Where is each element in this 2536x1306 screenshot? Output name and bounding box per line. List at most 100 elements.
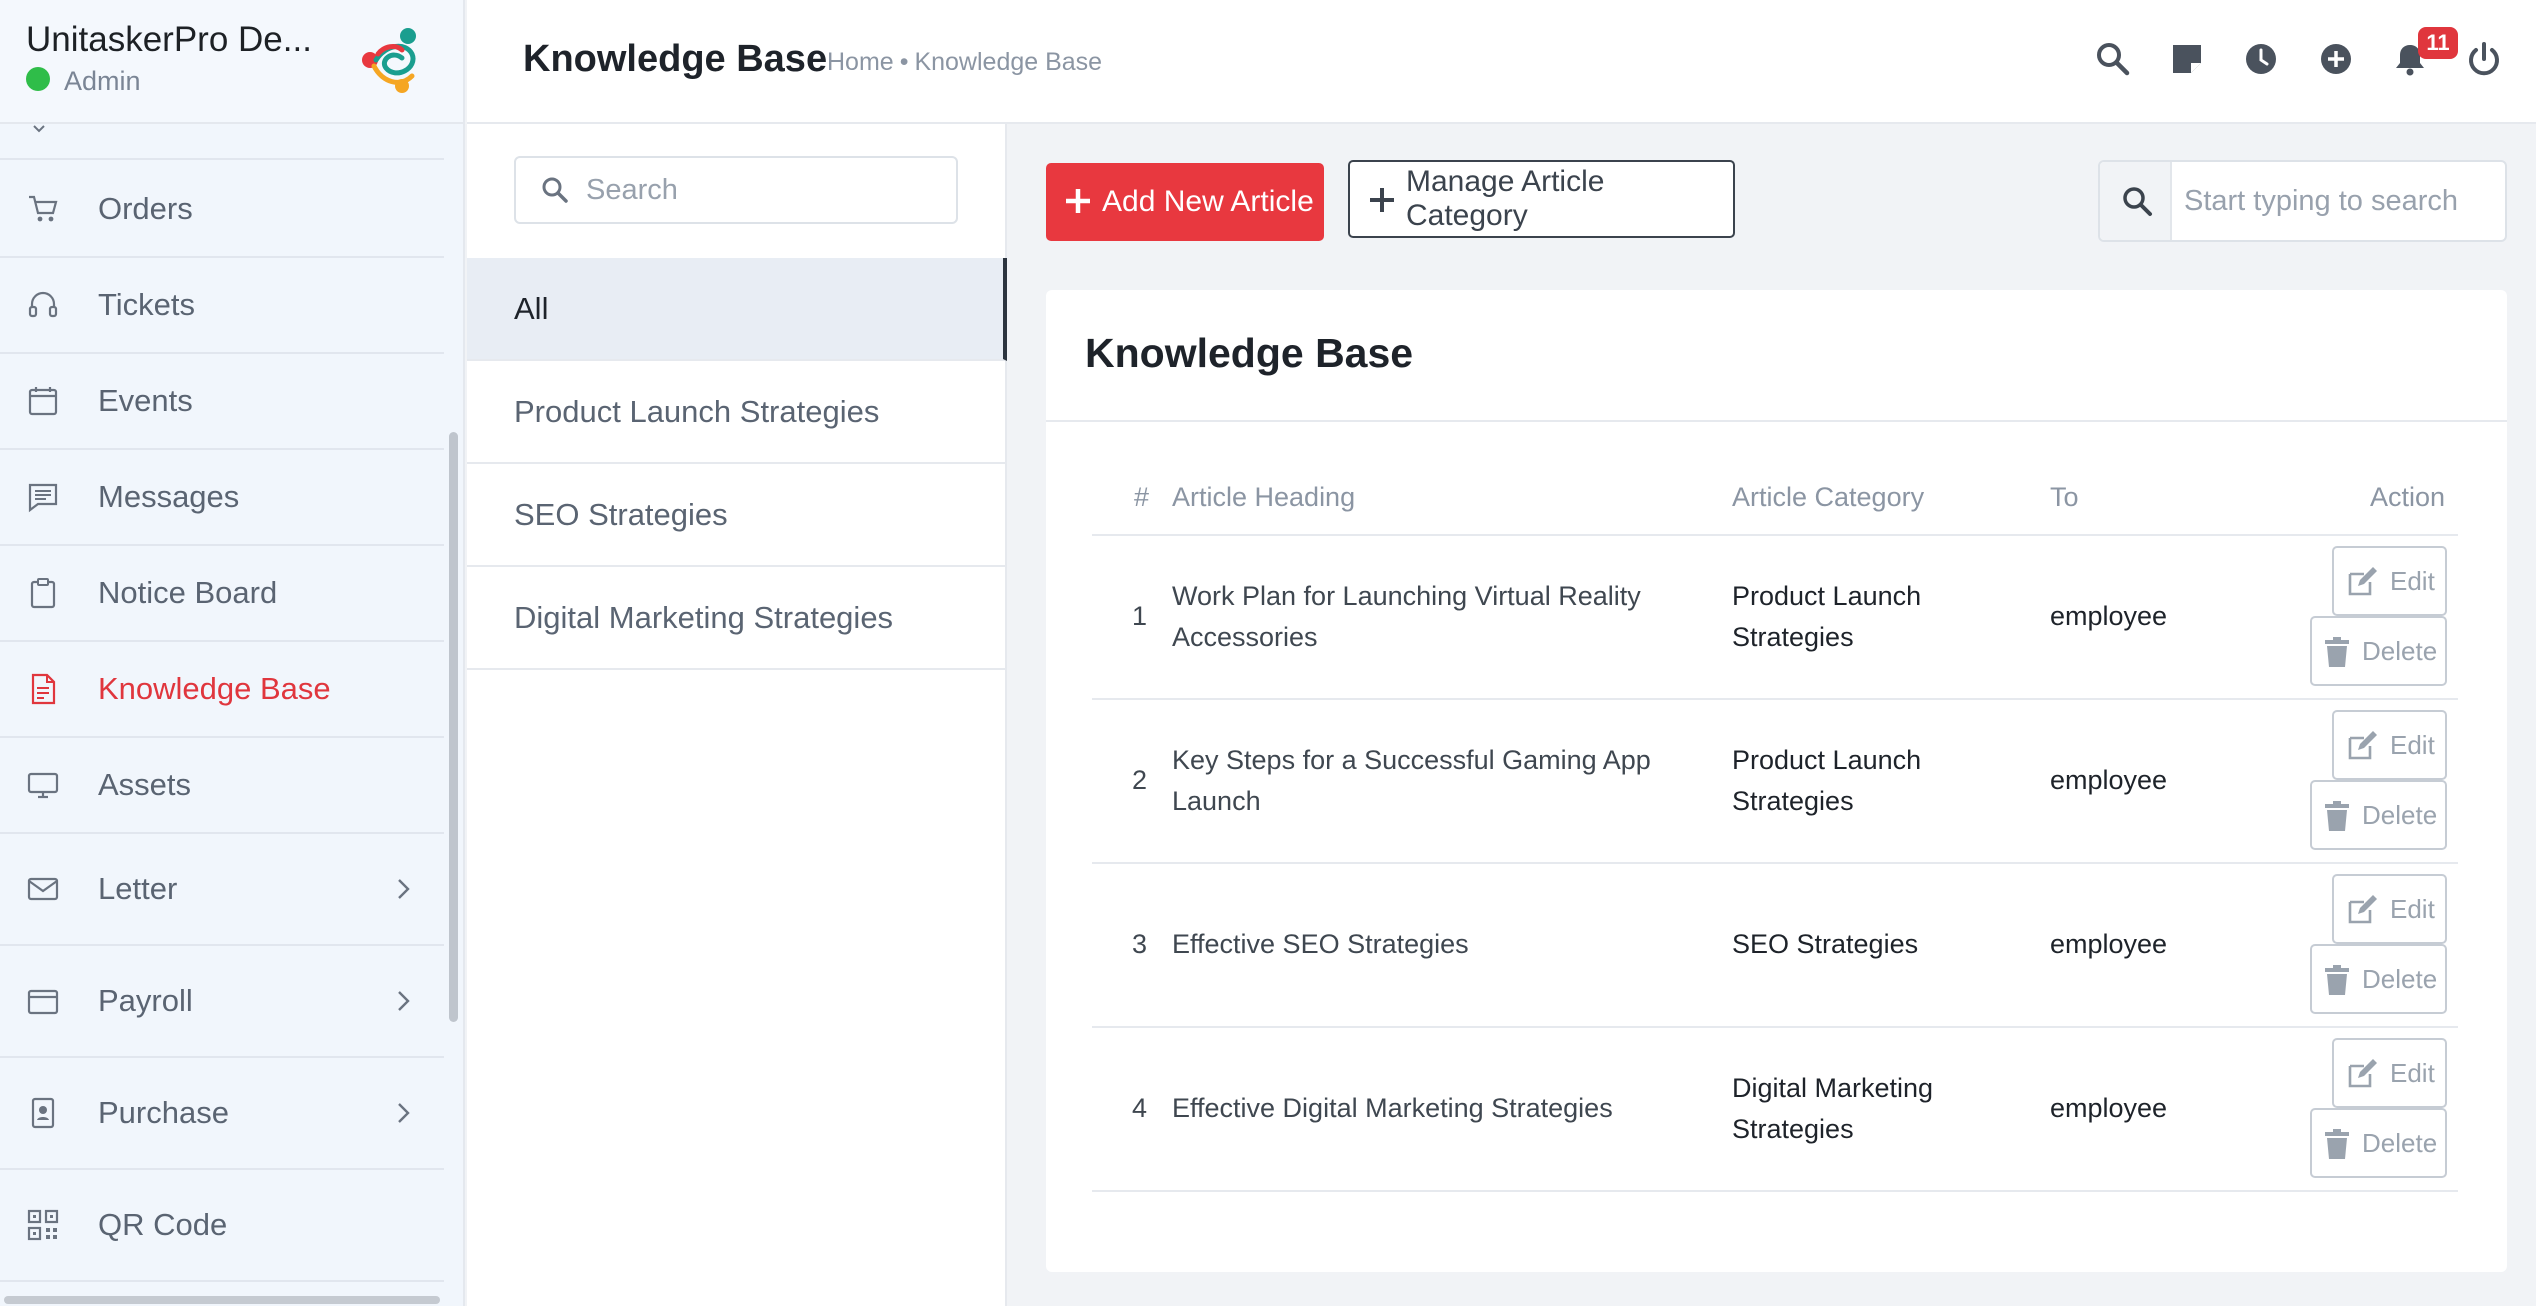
category-search-input[interactable] — [586, 158, 946, 222]
row-number: 3 — [1132, 929, 1148, 959]
sidebar-item-label: Notice Board — [98, 575, 278, 610]
category-search-box[interactable] — [514, 156, 958, 224]
document-icon — [31, 673, 56, 705]
sidebar-item-events[interactable]: Events — [0, 354, 444, 450]
article-heading-link[interactable]: Work Plan for Launching Virtual Reality … — [1172, 576, 1692, 658]
sidebar-item-label: Payroll — [98, 983, 193, 1018]
add-new-article-label: Add New Article — [1102, 185, 1314, 218]
column-number: # — [1134, 482, 1150, 512]
trash-icon — [2325, 1129, 2349, 1159]
sidebar-item-notice-board[interactable]: Notice Board — [0, 546, 444, 642]
edit-icon — [2348, 731, 2377, 760]
edit-button[interactable]: Edit — [2332, 546, 2447, 616]
article-search-box[interactable] — [2098, 160, 2507, 242]
chevron-right-icon — [398, 991, 410, 1011]
sidebar-item-label: Events — [98, 383, 193, 418]
brand-header: UnitaskerPro De... Admin — [0, 0, 463, 124]
power-icon[interactable] — [2465, 40, 2503, 78]
sidebar-item-label: Orders — [98, 191, 193, 226]
edit-button[interactable]: Edit — [2332, 710, 2447, 780]
sidebar-item-label: Assets — [98, 767, 192, 802]
category-item-digital-marketing[interactable]: Digital Marketing Strategies — [467, 567, 1007, 670]
plus-icon — [1370, 188, 1394, 212]
trash-icon — [2325, 637, 2349, 667]
sidebar-item-qr-code[interactable]: QR Code — [0, 1170, 444, 1282]
qr-code-icon — [27, 1209, 59, 1241]
edit-label: Edit — [2390, 893, 2435, 924]
delete-button[interactable]: Delete — [2310, 944, 2447, 1014]
delete-button[interactable]: Delete — [2310, 616, 2447, 686]
edit-icon — [2348, 895, 2377, 924]
page-title: Knowledge Base — [523, 38, 828, 80]
delete-button[interactable]: Delete — [2310, 1108, 2447, 1178]
headset-icon — [28, 291, 58, 318]
manage-article-category-button[interactable]: Manage Article Category — [1348, 160, 1735, 238]
sidebar-item-tickets[interactable]: Tickets — [0, 258, 444, 354]
article-search-input[interactable] — [2184, 162, 2494, 240]
sidebar-item-label: Purchase — [98, 1095, 229, 1130]
card-divider — [1046, 420, 2507, 422]
notification-badge: 11 — [2418, 27, 2458, 59]
article-audience: employee — [2050, 1093, 2168, 1123]
sidebar-menu[interactable]: Orders Tickets Events Messages Notice Bo… — [0, 124, 444, 1306]
sidebar-item-label: Letter — [98, 871, 178, 906]
sidebar-item-payroll[interactable]: Payroll — [0, 946, 444, 1058]
message-icon — [28, 483, 58, 513]
table-row: 4 Effective Digital Marketing Strategies… — [1092, 1028, 2458, 1192]
row-number: 2 — [1132, 765, 1148, 795]
badge-icon — [31, 1097, 55, 1129]
delete-label: Delete — [2362, 963, 2438, 994]
edit-icon — [2348, 567, 2377, 596]
chevron-right-icon — [398, 879, 410, 899]
row-number: 1 — [1132, 601, 1148, 631]
sidebar-item-orders[interactable]: Orders — [0, 162, 444, 258]
sidebar-item-knowledge-base[interactable]: Knowledge Base — [0, 642, 444, 738]
article-heading-link[interactable]: Key Steps for a Successful Gaming App La… — [1172, 740, 1692, 822]
table-row: 3 Effective SEO Strategies SEO Strategie… — [1092, 864, 2458, 1028]
table-row: 2 Key Steps for a Successful Gaming App … — [1092, 700, 2458, 864]
sidebar-item-letter[interactable]: Letter — [0, 834, 444, 946]
sidebar-scrollbar[interactable] — [449, 432, 458, 1022]
delete-label: Delete — [2362, 1127, 2438, 1158]
category-item-all[interactable]: All — [467, 258, 1007, 361]
envelope-icon — [27, 877, 59, 901]
sidebar-item-messages[interactable]: Messages — [0, 450, 444, 546]
edit-button[interactable]: Edit — [2332, 1038, 2447, 1108]
article-audience: employee — [2050, 765, 2168, 795]
main-content: Add New Article Manage Article Category … — [1009, 124, 2536, 1306]
sidebar-item-label: QR Code — [98, 1207, 228, 1242]
edit-label: Edit — [2390, 729, 2435, 760]
knowledge-base-card: Knowledge Base # Article Heading Article… — [1046, 290, 2507, 1272]
wallet-icon — [27, 989, 59, 1015]
breadcrumb-home[interactable]: Home — [827, 48, 894, 76]
column-action: Action — [2370, 482, 2446, 512]
sticky-note-icon[interactable] — [2168, 40, 2206, 78]
add-new-article-button[interactable]: Add New Article — [1046, 163, 1324, 241]
plus-icon — [1066, 189, 1090, 213]
article-heading-link[interactable]: Effective Digital Marketing Strategies — [1172, 1088, 1692, 1129]
article-heading-link[interactable]: Effective SEO Strategies — [1172, 924, 1692, 965]
user-role: Admin — [64, 66, 141, 96]
clock-icon[interactable] — [2242, 40, 2280, 78]
category-item-product-launch[interactable]: Product Launch Strategies — [467, 361, 1007, 464]
sidebar-item-label: Tickets — [98, 287, 196, 322]
delete-label: Delete — [2362, 635, 2438, 666]
category-item-seo[interactable]: SEO Strategies — [467, 464, 1007, 567]
sidebar-horizontal-scrollbar[interactable] — [4, 1296, 440, 1304]
company-logo-icon[interactable] — [356, 24, 428, 96]
edit-button[interactable]: Edit — [2332, 874, 2447, 944]
delete-button[interactable]: Delete — [2310, 780, 2447, 850]
breadcrumb-current: Knowledge Base — [914, 48, 1103, 76]
edit-icon — [2348, 1059, 2377, 1088]
sidebar-item-purchase[interactable]: Purchase — [0, 1058, 444, 1170]
articles-table: # Article Heading Article Category To Ac… — [1092, 464, 2458, 1192]
search-icon[interactable] — [2094, 40, 2132, 78]
add-circle-icon[interactable] — [2317, 40, 2355, 78]
article-category: Digital Marketing Strategies — [1732, 1073, 1934, 1144]
calendar-icon — [28, 387, 58, 416]
sidebar-item-label: Messages — [98, 479, 240, 514]
article-audience: employee — [2050, 601, 2168, 631]
chevron-down-icon — [33, 125, 45, 133]
sidebar-item-assets[interactable]: Assets — [0, 738, 444, 834]
company-name[interactable]: UnitaskerPro De... — [26, 20, 316, 60]
